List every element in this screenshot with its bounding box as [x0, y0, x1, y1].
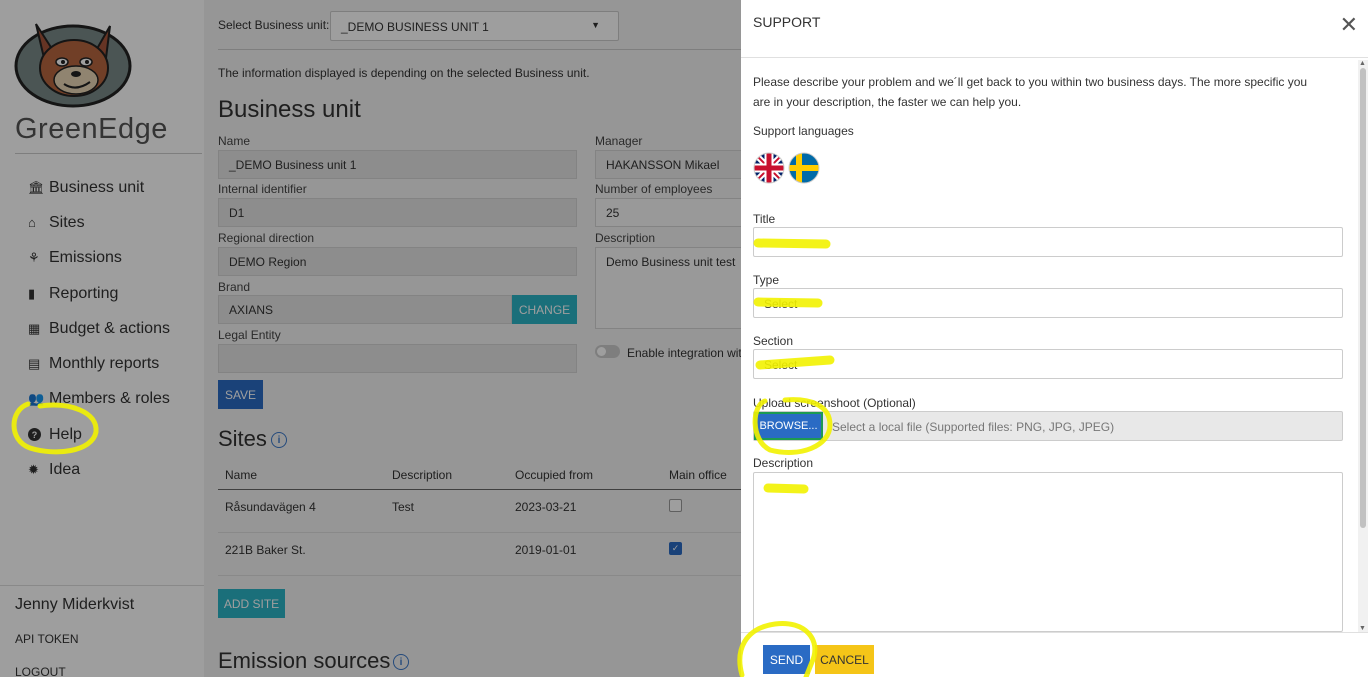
cancel-button[interactable]: CANCEL — [815, 645, 874, 674]
file-upload[interactable]: BROWSE... Select a local file (Supported… — [753, 411, 1343, 441]
close-icon[interactable]: ✕ — [1340, 14, 1358, 36]
title-label: Title — [753, 212, 776, 226]
send-button[interactable]: SEND — [763, 645, 810, 674]
scroll-up-icon[interactable]: ▲ — [1359, 60, 1366, 67]
scrollbar[interactable]: ▲ ▼ — [1358, 60, 1368, 632]
scroll-down-icon[interactable]: ▼ — [1359, 625, 1366, 632]
description-label: Description — [753, 456, 814, 470]
upload-label: Upload screenshoot (Optional) — [753, 396, 916, 410]
type-select[interactable]: Select — [753, 288, 1343, 318]
title-input[interactable] — [753, 227, 1343, 257]
divider — [741, 57, 1368, 58]
modal-description: Please describe your problem and we´ll g… — [753, 75, 1308, 109]
support-modal: SUPPORT ✕ Please describe your problem a… — [741, 0, 1368, 677]
divider — [741, 632, 1368, 633]
uk-flag-icon[interactable] — [753, 152, 785, 184]
sweden-flag-icon[interactable] — [788, 152, 820, 184]
support-languages-label: Support languages — [753, 124, 854, 138]
section-select[interactable]: Select — [753, 349, 1343, 379]
section-label: Section — [753, 334, 794, 348]
scrollbar-thumb[interactable] — [1360, 68, 1366, 528]
modal-title: SUPPORT — [753, 14, 821, 30]
type-label: Type — [753, 273, 780, 287]
description-textarea[interactable] — [753, 472, 1343, 632]
upload-placeholder: Select a local file (Supported files: PN… — [832, 420, 1115, 434]
browse-button[interactable]: BROWSE... — [754, 412, 823, 440]
modal-backdrop[interactable] — [0, 0, 741, 677]
